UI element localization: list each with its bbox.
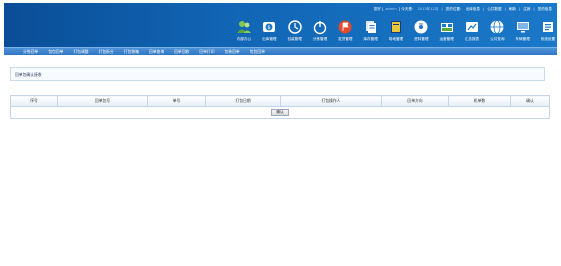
nav-item[interactable]: 回单查询 (144, 48, 169, 55)
nav-item[interactable]: 打包调整 (68, 48, 93, 55)
module-sorting[interactable]: 分拣管理 (308, 19, 332, 45)
module-label: 场地管理 (388, 37, 404, 41)
module-site[interactable]: 场地管理 (384, 19, 408, 45)
module-label: 汇总报表 (464, 37, 480, 41)
power-icon (313, 21, 327, 35)
date-prefix: ] 今天是： (398, 7, 416, 11)
table-action-cell: 确认 (10, 106, 550, 119)
nav-item[interactable]: 包包回单 (245, 48, 270, 55)
module-label: 资料管理 (414, 37, 429, 41)
nav-item[interactable]: 打包装箱 (119, 48, 144, 55)
column-header[interactable]: 单号 (147, 95, 206, 107)
chart-icon (465, 22, 478, 32)
nav-item[interactable]: 分拣回单 (18, 48, 43, 55)
nav-item[interactable]: 回单回收 (169, 48, 194, 55)
top-links-bar: 您好 [ admin ] 今天是： 2013年12月 | 您的位置： 出库信息 … (373, 6, 553, 12)
secondary-nav: 分拣回单 包包回单 打包调整 打包拆分 打包装箱 回单查询 回单回收 回单打印 … (4, 47, 557, 55)
column-header[interactable]: 回单包号 (57, 95, 148, 107)
module-office[interactable]: 内部办公 (232, 19, 256, 45)
settings-icon (542, 22, 553, 32)
panel-title: 回单包确认接收 (15, 72, 42, 77)
data-table: 序号 回单包号 单号 打包日期 打包操作人 回单方向 机单数 确认 确认 (10, 95, 550, 119)
module-label: 运营管理 (439, 37, 454, 41)
files-icon (365, 21, 376, 33)
grid-icon (440, 23, 453, 32)
nav-item[interactable]: 包装回单 (220, 48, 245, 55)
column-header[interactable]: 机单数 (448, 95, 511, 107)
table-row: 确认 (10, 106, 550, 119)
column-header[interactable]: 确认 (510, 95, 550, 107)
module-label: 内部办公 (236, 37, 252, 41)
module-outbound[interactable]: $ 出库管理 (257, 19, 281, 45)
module-public-query[interactable]: 公共查询 (485, 19, 509, 45)
link-refresh[interactable]: 刷新 (508, 6, 517, 12)
module-label: 发货管理 (338, 37, 353, 41)
dollar-icon: $ (263, 22, 276, 32)
module-reports[interactable]: 汇总报表 (460, 19, 484, 45)
clock-icon (287, 20, 302, 34)
current-date: 2013年12月 (417, 7, 439, 11)
module-inventory[interactable]: 库存管理 (359, 19, 383, 45)
link-my-info[interactable]: 您的信息 (537, 6, 553, 12)
module-label: 分拣管理 (312, 37, 328, 41)
module-toolbar: 内部办公 $ 出库管理 包装管理 分拣管理 发货管理 库存管理 场地管理 HD … (232, 19, 560, 45)
section-panel: 回单包确认接收 (10, 67, 545, 81)
module-packing[interactable]: 包装管理 (283, 19, 307, 45)
svg-text:HD: HD (419, 22, 424, 26)
column-header[interactable]: 打包日期 (205, 95, 281, 107)
nav-item[interactable]: 回单打印 (194, 48, 219, 55)
module-label: 公共查询 (490, 37, 505, 41)
module-label: 包装管理 (287, 37, 302, 41)
link-outbound-info[interactable]: 出库信息 (465, 6, 481, 12)
module-records[interactable]: HD 资料管理 (409, 19, 433, 45)
link-public-data[interactable]: 公共数据 (486, 6, 502, 12)
nav-item[interactable]: 打包拆分 (94, 48, 119, 55)
link-logout[interactable]: 注销 (522, 6, 531, 12)
confirm-button[interactable]: 确认 (271, 109, 289, 116)
svg-text:$: $ (268, 25, 271, 31)
module-label: 库存管理 (363, 37, 378, 41)
app-header: 您好 [ admin ] 今天是： 2013年12月 | 您的位置： 出库信息 … (4, 3, 557, 47)
globe-icon (490, 20, 504, 34)
username: admin (385, 7, 397, 11)
book-icon (390, 21, 401, 33)
data-table-container: 序号 回单包号 单号 打包日期 打包操作人 回单方向 机单数 确认 确认 (10, 95, 550, 119)
people-icon (237, 21, 251, 33)
module-label: 出库管理 (262, 37, 277, 41)
module-label: 车辆管理 (515, 37, 530, 41)
column-header[interactable]: 回单方向 (381, 95, 449, 107)
nav-item[interactable]: 包包回单 (43, 48, 68, 55)
location-label: 您的位置： (445, 7, 464, 11)
module-shipping[interactable]: 发货管理 (333, 19, 357, 45)
column-header[interactable]: 序号 (10, 95, 58, 107)
flag-icon (338, 20, 352, 34)
greeting-prefix: 您好 [ (373, 7, 384, 11)
module-label: 系统设置 (540, 37, 556, 41)
screen-icon (516, 22, 529, 33)
column-header[interactable]: 打包操作人 (280, 95, 382, 107)
module-settings[interactable]: 系统设置 (536, 19, 560, 45)
table-header-row: 序号 回单包号 单号 打包日期 打包操作人 回单方向 机单数 确认 (10, 95, 550, 107)
module-operations[interactable]: 运营管理 (435, 19, 459, 45)
disc-icon: HD (414, 20, 428, 34)
module-vehicles[interactable]: 车辆管理 (511, 19, 535, 45)
